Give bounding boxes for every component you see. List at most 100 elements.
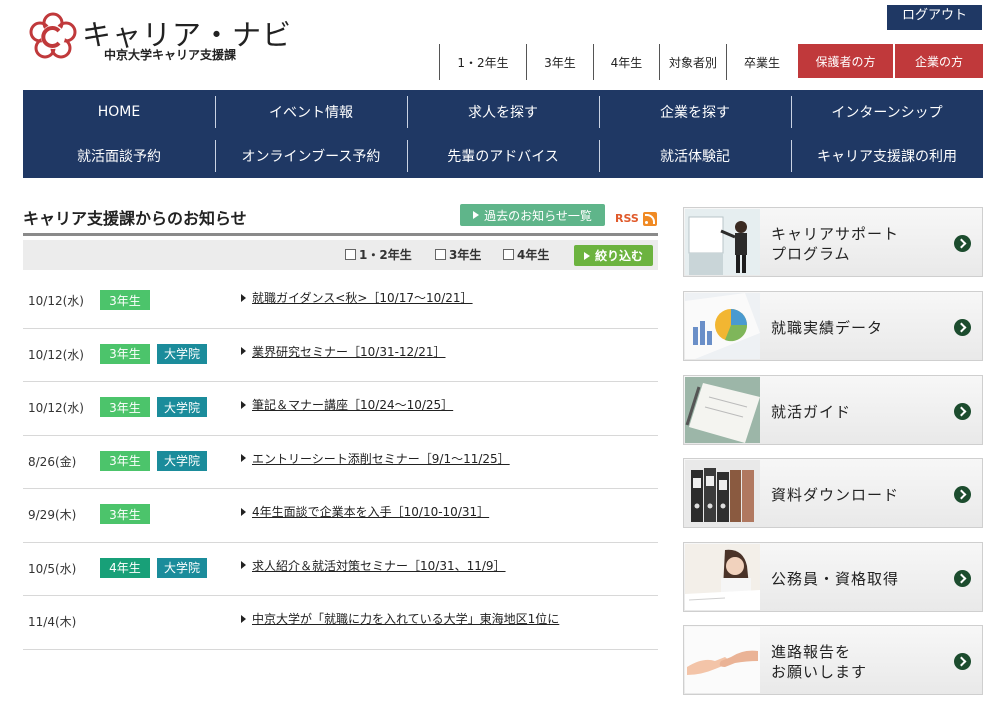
- site-logo[interactable]: キャリア・ナビ 中京大学キャリア支援課: [28, 12, 291, 64]
- sidebar-card-label-2: お願いします: [771, 663, 868, 681]
- sidebar-card-label-1: 就活ガイド: [771, 403, 852, 421]
- news-list: 10/12(水) 3年生 就職ガイダンス<秋>［10/17〜10/21］ 10/…: [23, 275, 658, 650]
- arrow-right-circle-icon: [954, 653, 971, 670]
- companies-button[interactable]: 企業の方: [895, 44, 983, 78]
- arrow-right-circle-icon: [954, 570, 971, 587]
- checkbox[interactable]: [503, 249, 514, 260]
- tag-badge: 3年生: [100, 290, 150, 310]
- sidebar-card-label-1: キャリアサポート: [771, 225, 900, 243]
- news-item: 11/4(木) 中京大学が「就職に力を入れている大学」東海地区1位に: [23, 596, 658, 650]
- grade-nav-item-4[interactable]: 4年生: [593, 44, 659, 80]
- sidebar-card-career-report[interactable]: 進路報告を お願いします: [683, 625, 983, 695]
- arrow-right-circle-icon: [954, 486, 971, 503]
- rss-link[interactable]: RSS: [615, 212, 639, 225]
- arrow-right-circle-icon: [954, 319, 971, 336]
- news-filter-bar: 1・2年生 3年生 4年生 絞り込む: [23, 240, 658, 270]
- news-item: 10/5(水) 4年生 大学院 求人紹介＆就活対策セミナー［10/31、11/9…: [23, 543, 658, 596]
- news-link[interactable]: 求人紹介＆就活対策セミナー［10/31、11/9］: [241, 557, 506, 574]
- tag-badge: 大学院: [157, 343, 207, 364]
- main-nav: HOME イベント情報 求人を探す 企業を探す インターンシップ 就活面談予約 …: [23, 90, 983, 178]
- sidebar-card-job-guide[interactable]: 就活ガイド: [683, 375, 983, 445]
- studying-woman-image: [685, 544, 760, 610]
- news-link[interactable]: エントリーシート添削セミナー［9/1〜11/25］: [241, 450, 510, 467]
- sidebar-card-civil-service[interactable]: 公務員・資格取得: [683, 542, 983, 612]
- news-date: 9/29(木): [28, 508, 77, 522]
- tag-badge: 3年生: [100, 504, 150, 524]
- tag-badge: 大学院: [157, 557, 207, 578]
- triangle-right-icon: [241, 347, 246, 355]
- nav-online-booth[interactable]: オンラインブース予約: [215, 134, 407, 178]
- filter-grade-3[interactable]: 3年生: [435, 246, 481, 263]
- tag-badge: 3年生: [100, 450, 150, 471]
- news-date: 10/12(水): [28, 347, 84, 362]
- news-date: 10/12(水): [28, 401, 84, 415]
- news-link[interactable]: 業界研究セミナー［10/31-12/21］: [241, 343, 446, 360]
- news-item: 10/12(水) 3年生 大学院 筆記＆マナー講座［10/24〜10/25］: [23, 382, 658, 436]
- tag-badge: 3年生: [100, 397, 150, 417]
- sidebar-card-label-1: 進路報告を: [771, 643, 852, 661]
- nav-home[interactable]: HOME: [23, 90, 215, 134]
- past-news-button[interactable]: 過去のお知らせ一覧: [460, 204, 605, 226]
- grade-nav-item-graduates[interactable]: 卒業生: [726, 44, 797, 80]
- logout-button[interactable]: ログアウト: [887, 5, 982, 30]
- news-item: 10/12(水) 3年生 就職ガイダンス<秋>［10/17〜10/21］: [23, 275, 658, 329]
- tag-badge: 大学院: [157, 450, 207, 471]
- grade-nav: 1・2年生 3年生 4年生 対象者別 卒業生: [439, 44, 797, 80]
- triangle-right-icon: [583, 251, 590, 260]
- news-date: 10/5(水): [28, 561, 77, 576]
- grade-nav-item-target[interactable]: 対象者別: [659, 44, 726, 80]
- tag-badge: 大学院: [157, 397, 207, 417]
- sidebar-card-employment-data[interactable]: 就職実績データ: [683, 291, 983, 361]
- news-link[interactable]: 就職ガイダンス<秋>［10/17〜10/21］: [241, 289, 473, 306]
- nav-senior-advice[interactable]: 先輩のアドバイス: [407, 134, 599, 178]
- arrow-right-circle-icon: [954, 403, 971, 420]
- news-link[interactable]: 中京大学が「就職に力を入れている大学」東海地区1位に: [241, 610, 559, 627]
- sidebar-card-label-2: プログラム: [771, 245, 851, 263]
- nav-companies[interactable]: 企業を探す: [599, 90, 791, 134]
- notebook-image: [685, 377, 760, 443]
- triangle-right-icon: [241, 614, 246, 623]
- arrow-right-circle-icon: [954, 235, 971, 252]
- sidebar-card-label-1: 公務員・資格取得: [771, 570, 900, 588]
- binders-image: [685, 460, 760, 526]
- news-item: 8/26(金) 3年生 大学院 エントリーシート添削セミナー［9/1〜11/25…: [23, 436, 658, 489]
- triangle-right-icon: [241, 400, 246, 409]
- grade-nav-item-1-2[interactable]: 1・2年生: [439, 44, 526, 80]
- news-title-divider: [23, 233, 658, 236]
- nav-experience-reports[interactable]: 就活体験記: [599, 134, 791, 178]
- guardians-button[interactable]: 保護者の方: [798, 44, 893, 78]
- triangle-right-icon: [241, 454, 246, 462]
- checkbox[interactable]: [345, 249, 356, 260]
- news-date: 10/12(水): [28, 294, 84, 308]
- filter-grade-1-2[interactable]: 1・2年生: [345, 246, 412, 263]
- handshake-image: [685, 627, 760, 693]
- checkbox[interactable]: [435, 249, 446, 260]
- triangle-right-icon: [473, 211, 480, 219]
- news-date: 8/26(金): [28, 454, 77, 469]
- news-item: 10/12(水) 3年生 大学院 業界研究セミナー［10/31-12/21］: [23, 329, 658, 382]
- sidebar-card-downloads[interactable]: 資料ダウンロード: [683, 458, 983, 528]
- logo-subtitle: 中京大学キャリア支援課: [104, 48, 237, 62]
- nav-jobs[interactable]: 求人を探す: [407, 90, 599, 134]
- triangle-right-icon: [241, 507, 246, 516]
- nav-events[interactable]: イベント情報: [215, 90, 407, 134]
- past-news-label: 過去のお知らせ一覧: [484, 208, 592, 223]
- tag-badge: 4年生: [100, 557, 150, 578]
- nav-career-office-usage[interactable]: キャリア支援課の利用: [791, 134, 983, 178]
- filter-submit-button[interactable]: 絞り込む: [574, 245, 653, 266]
- rss-icon[interactable]: [643, 212, 657, 226]
- data-chart-image: [685, 293, 760, 359]
- tag-badge: 3年生: [100, 343, 150, 364]
- nav-internship[interactable]: インターンシップ: [791, 90, 983, 134]
- news-link[interactable]: 筆記＆マナー講座［10/24〜10/25］: [241, 396, 453, 413]
- news-link[interactable]: 4年生面談で企業本を入手［10/10-10/31］: [241, 503, 489, 520]
- news-item: 9/29(木) 3年生 4年生面談で企業本を入手［10/10-10/31］: [23, 489, 658, 543]
- triangle-right-icon: [241, 293, 246, 302]
- news-date: 11/4(木): [28, 615, 77, 629]
- sidebar-card-career-support[interactable]: キャリアサポート プログラム: [683, 207, 983, 277]
- nav-interview-booking[interactable]: 就活面談予約: [23, 134, 215, 178]
- filter-grade-4[interactable]: 4年生: [503, 246, 549, 263]
- logo-flower-icon: [29, 12, 77, 59]
- sidebar-card-label-1: 就職実績データ: [771, 319, 884, 337]
- grade-nav-item-3[interactable]: 3年生: [526, 44, 593, 80]
